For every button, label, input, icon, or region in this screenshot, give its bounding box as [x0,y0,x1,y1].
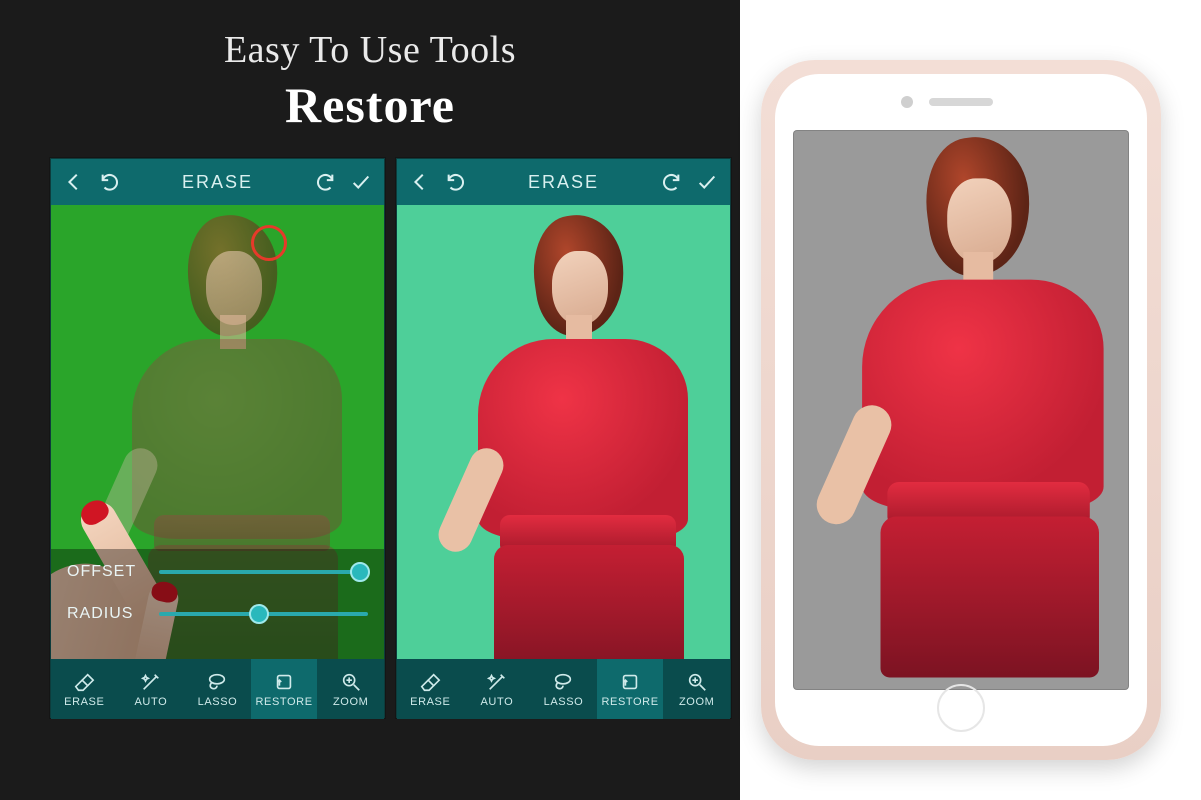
restore-icon [273,671,295,693]
confirm-icon[interactable] [346,167,376,197]
phone-mockup [761,60,1161,760]
redo-icon[interactable] [310,167,340,197]
tool-zoom-label: ZOOM [333,696,368,708]
tool-restore[interactable]: RESTORE [597,659,664,719]
app-screenshot-1: ERASE OFFSET [50,158,385,718]
phone-screen [793,130,1129,690]
offset-thumb[interactable] [350,562,370,582]
left-dark-panel: Easy To Use Tools Restore ERASE [0,0,740,800]
lasso-icon [206,671,228,693]
undo-icon[interactable] [441,167,471,197]
wand-icon [140,671,162,693]
tool-erase-label: ERASE [410,696,450,708]
edit-canvas[interactable] [397,205,730,659]
offset-label: OFFSET [67,563,145,581]
tool-auto-label: AUTO [481,696,514,708]
radius-slider[interactable]: RADIUS [67,605,368,623]
promo-stage: Easy To Use Tools Restore ERASE [0,0,1201,800]
eraser-icon [419,671,441,693]
speaker-slot [929,98,993,106]
app-screenshot-2: ERASE ERASE AUTO [396,158,731,718]
slider-panel: OFFSET RADIUS [51,549,384,659]
phone-bezel [775,74,1147,746]
tool-lasso-label: LASSO [198,696,238,708]
zoom-icon [340,671,362,693]
radius-label: RADIUS [67,605,145,623]
tool-strip: ERASE AUTO LASSO RESTORE ZOOM [397,659,730,719]
tool-zoom-label: ZOOM [679,696,714,708]
tool-zoom[interactable]: ZOOM [317,659,384,719]
tool-lasso[interactable]: LASSO [184,659,251,719]
confirm-icon[interactable] [692,167,722,197]
tool-restore[interactable]: RESTORE [251,659,318,719]
subject-figure [812,137,1111,643]
offset-track[interactable] [159,570,368,574]
headline-large: Restore [0,76,740,134]
restore-icon [619,671,641,693]
subject-figure [434,215,694,655]
tool-erase[interactable]: ERASE [51,659,118,719]
offset-slider[interactable]: OFFSET [67,563,368,581]
home-button[interactable] [937,684,985,732]
back-icon[interactable] [405,167,435,197]
back-icon[interactable] [59,167,89,197]
front-camera [901,96,913,108]
radius-thumb[interactable] [249,604,269,624]
tool-erase-label: ERASE [64,696,104,708]
tool-auto-label: AUTO [135,696,168,708]
tool-strip: ERASE AUTO LASSO RESTORE ZOOM [51,659,384,719]
brush-cursor-ring [251,225,287,261]
app-topbar: ERASE [51,159,384,205]
app-topbar: ERASE [397,159,730,205]
radius-track[interactable] [159,612,368,616]
tool-auto[interactable]: AUTO [118,659,185,719]
edit-canvas[interactable]: OFFSET RADIUS [51,205,384,659]
wand-icon [486,671,508,693]
tool-erase[interactable]: ERASE [397,659,464,719]
lasso-icon [552,671,574,693]
tool-restore-label: RESTORE [601,696,658,708]
headline-small: Easy To Use Tools [0,28,740,72]
tool-zoom[interactable]: ZOOM [663,659,730,719]
undo-icon[interactable] [95,167,125,197]
eraser-icon [73,671,95,693]
tool-lasso[interactable]: LASSO [530,659,597,719]
redo-icon[interactable] [656,167,686,197]
tool-restore-label: RESTORE [255,696,312,708]
tool-lasso-label: LASSO [544,696,584,708]
zoom-icon [686,671,708,693]
tool-auto[interactable]: AUTO [464,659,531,719]
